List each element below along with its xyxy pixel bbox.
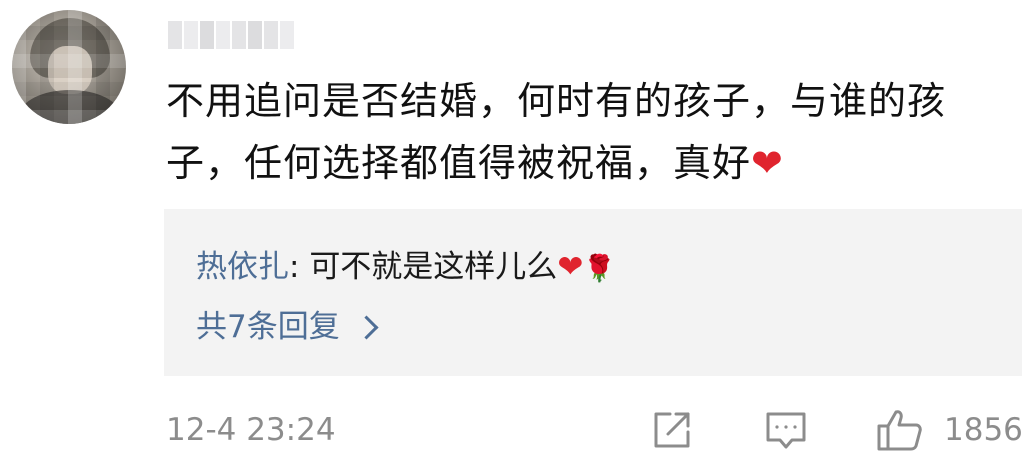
timestamp: 12-4 23:24 [166,412,336,448]
username-redacted[interactable] [168,18,302,52]
username-mosaic [168,21,294,49]
reply-separator: : [289,249,310,285]
reply-line: 热依扎: 可不就是这样儿么❤🌹 [196,245,616,291]
comment-text: 不用追问是否结婚，何时有的孩子，与谁的孩 子，任何选择都值得被祝福，真好❤ [166,70,1006,194]
chevron-right-icon [354,314,379,340]
view-replies-label: 共7条回复 [196,309,340,345]
view-replies-link[interactable]: 共7条回复 [196,305,379,349]
comment-text-line1: 不用追问是否结婚，何时有的孩子，与谁的孩 [166,79,947,123]
comment-text-line2: 子，任何选择都值得被祝福，真好 [166,141,752,185]
reply-text: 可不就是这样儿么 [309,249,558,285]
comment-item: 不用追问是否结婚，何时有的孩子，与谁的孩 子，任何选择都值得被祝福，真好❤ 热依… [0,0,1027,460]
reply-author[interactable]: 热依扎 [196,249,289,285]
heart-emoji: ❤ [751,141,784,185]
avatar[interactable] [12,10,126,124]
heart-emoji: ❤ [557,249,584,285]
comment-icon[interactable] [764,408,808,452]
thumbs-up-icon[interactable] [876,408,922,452]
reply-preview[interactable]: 热依扎: 可不就是这样儿么❤🌹 共7条回复 [164,209,1022,376]
avatar-mosaic [12,10,126,124]
like-count: 1856 [944,412,1023,448]
share-icon[interactable] [650,408,694,452]
rose-emoji: 🌹 [583,254,616,284]
comment-footer: 12-4 23:24 1856 [166,408,1023,452]
